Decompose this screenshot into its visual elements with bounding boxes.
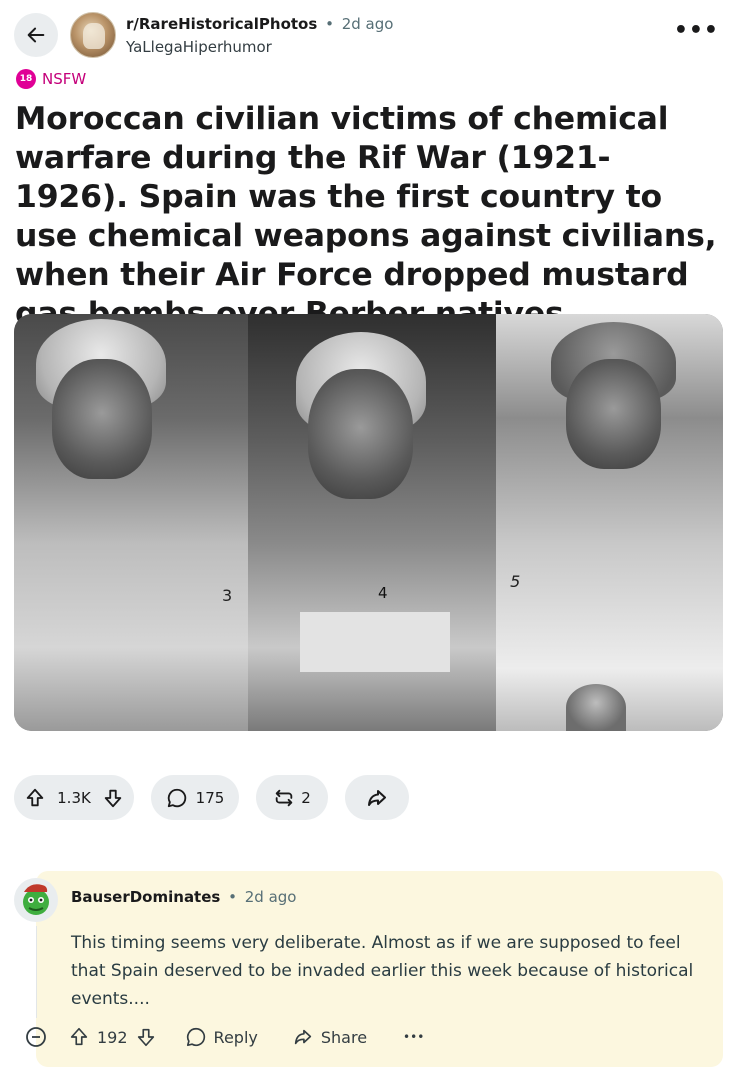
comment-count: 175 (195, 788, 225, 807)
comment-meta: BauserDominates • 2d ago (71, 888, 297, 906)
downvote-arrow-icon (104, 789, 122, 807)
post-time: 2d ago (341, 15, 394, 33)
share-button[interactable] (345, 775, 409, 820)
share-label: Share (320, 1027, 368, 1047)
comment-author[interactable]: BauserDominates (71, 888, 220, 906)
upvote-arrow-icon (70, 1027, 88, 1046)
post-image[interactable]: 3 4 5 (14, 314, 723, 731)
vote-control: 1.3K (14, 775, 134, 820)
photo-panel-middle: 4 (247, 314, 497, 731)
nsfw-tag: 18 NSFW (16, 69, 86, 89)
upvote-arrow-icon (26, 788, 44, 806)
reply-button[interactable]: Reply (185, 1026, 258, 1048)
post-action-bar: 1.3K 175 2 (14, 775, 409, 820)
downvote-button[interactable] (102, 787, 124, 809)
photo-panel-left: 3 (14, 314, 256, 731)
comment-score: 192 (97, 1027, 128, 1047)
comment-share-button[interactable]: Share (292, 1026, 367, 1048)
share-arrow-icon (294, 1029, 312, 1045)
more-options-button[interactable]: ••• (674, 18, 719, 43)
comments-button[interactable]: 175 (151, 775, 239, 820)
reply-bubble-icon (186, 1027, 205, 1047)
photo-panel-right: 5 (496, 314, 723, 731)
collapse-thread-button[interactable] (24, 1025, 48, 1049)
comment-vote: 192 (68, 1026, 157, 1048)
reply-label: Reply (213, 1027, 258, 1047)
photo-number-3: 3 (222, 586, 233, 605)
more-icon: ••• (673, 18, 719, 43)
comment-bubble-icon (167, 788, 186, 807)
upvote-button[interactable] (24, 787, 46, 809)
commenter-avatar[interactable] (14, 878, 58, 922)
comment-body: This timing seems very deliberate. Almos… (71, 933, 694, 1009)
comment-downvote-button[interactable] (135, 1026, 157, 1048)
subreddit-name[interactable]: r/RareHistoricalPhotos (126, 15, 317, 33)
back-button[interactable] (14, 13, 58, 57)
comment-upvote-button[interactable] (68, 1026, 90, 1048)
nsfw-badge: 18 (16, 69, 36, 89)
share-arrow-icon (368, 789, 386, 806)
post-title: Moroccan civilian victims of chemical wa… (15, 101, 717, 332)
post-author[interactable]: YaLlegaHiperhumor (126, 38, 272, 56)
comment-action-bar: 192 Reply Share ••• (24, 1025, 424, 1049)
downvote-arrow-icon (137, 1028, 154, 1047)
nsfw-label: NSFW (42, 70, 87, 88)
separator-dot: • (228, 888, 237, 906)
crosspost-button[interactable]: 2 (256, 775, 328, 820)
photo-number-4: 4 (377, 584, 388, 602)
photo-number-5: 5 (510, 572, 521, 591)
crosspost-icon (275, 789, 293, 806)
comment-time: 2d ago (244, 888, 297, 906)
collapse-minus-icon (26, 1027, 46, 1047)
more-icon: ••• (403, 1030, 425, 1044)
separator-dot: • (325, 15, 334, 33)
arrow-left-icon (25, 24, 47, 46)
comment-more-button[interactable]: ••• (403, 1030, 424, 1044)
subreddit-avatar[interactable] (70, 12, 116, 58)
subreddit-line: r/RareHistoricalPhotos • 2d ago (126, 15, 393, 33)
upvote-count: 1.3K (57, 788, 91, 807)
thread-line (36, 926, 37, 1018)
crosspost-count: 2 (301, 788, 311, 807)
